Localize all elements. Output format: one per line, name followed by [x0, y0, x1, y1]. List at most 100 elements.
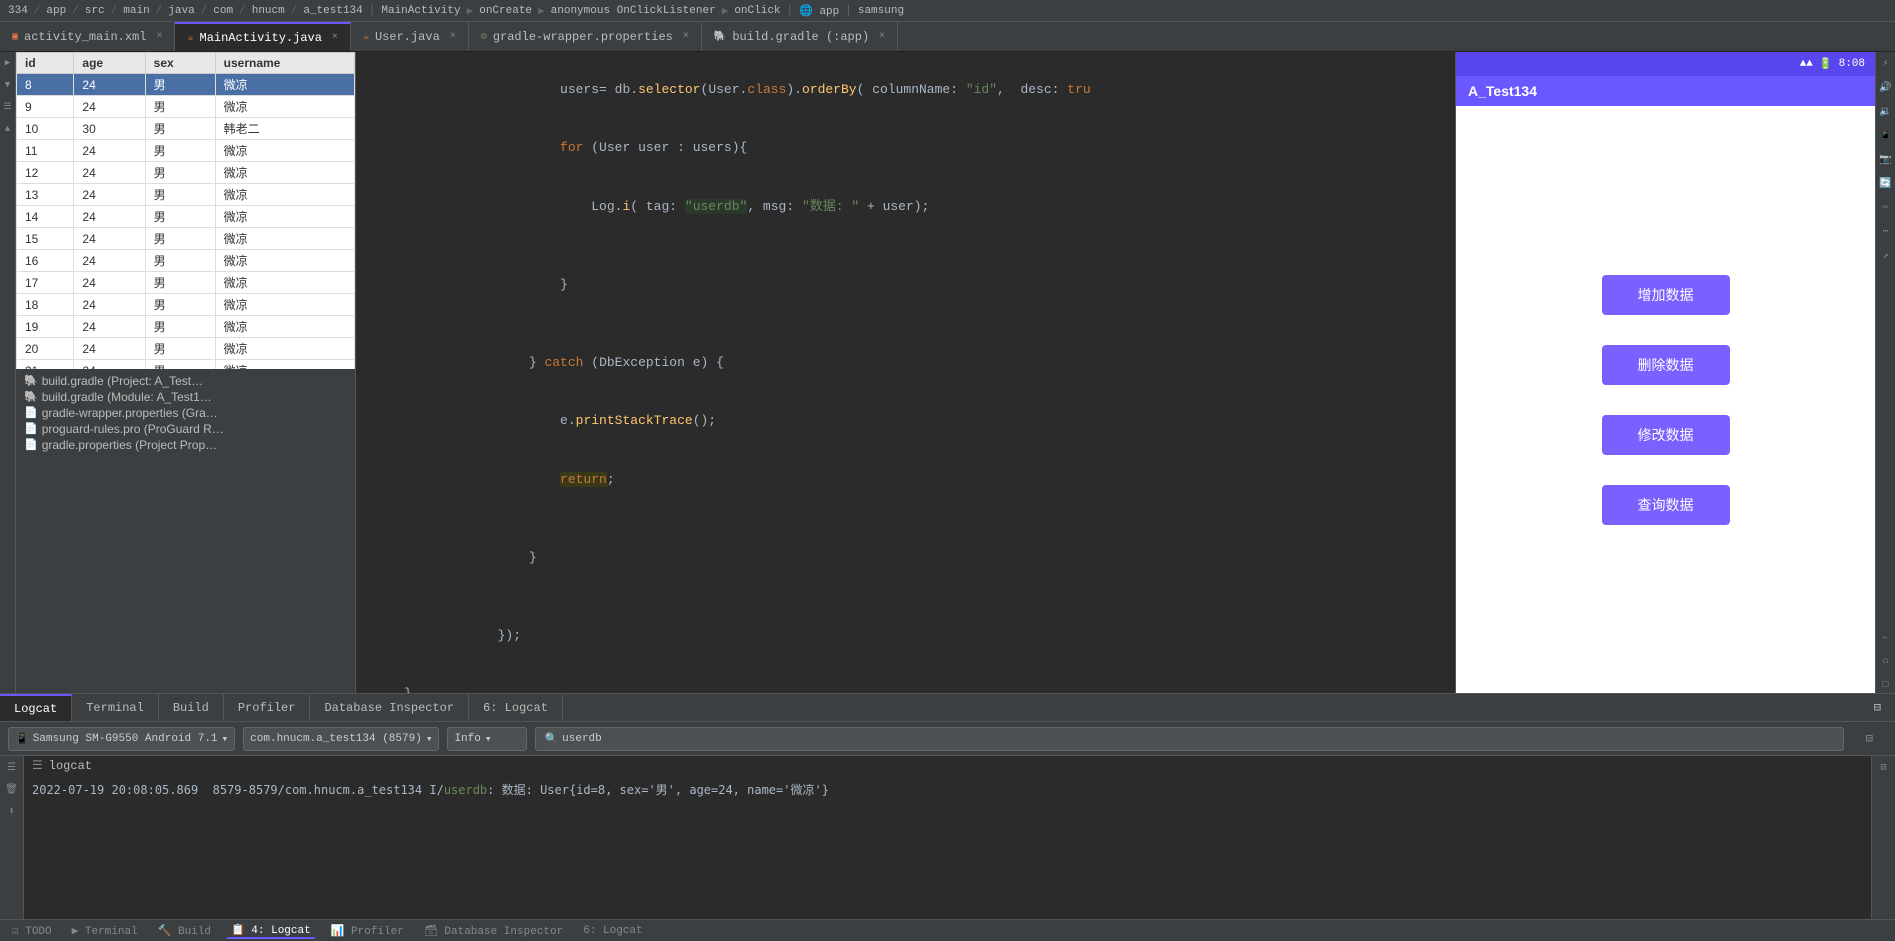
tab-xml[interactable]: ▣ activity_main.xml ×: [0, 22, 175, 51]
table-row[interactable]: 1030男韩老二: [17, 118, 355, 140]
rt-icon-8[interactable]: ⋯: [1878, 224, 1894, 240]
file-gradle-properties[interactable]: 📄 gradle.properties (Project Prop…: [16, 437, 355, 453]
device-selector-icon: 📱: [15, 732, 29, 746]
table-row[interactable]: 1824男微凉: [17, 294, 355, 316]
logcat-right-icon-1[interactable]: ⊟: [1876, 760, 1892, 776]
file-gradle-wrapper[interactable]: 📄 gradle-wrapper.properties (Gra…: [16, 405, 355, 421]
file-proguard[interactable]: 📄 proguard-rules.pro (ProGuard R…: [16, 421, 355, 437]
package-selector[interactable]: com.hnucm.a_test134 (8579) ▾: [243, 727, 439, 751]
rt-icon-9[interactable]: ↗: [1878, 248, 1894, 264]
bottom-panel: Logcat Terminal Build Profiler Database …: [0, 693, 1895, 941]
add-data-button[interactable]: 增加数据: [1602, 275, 1730, 315]
table-row[interactable]: 1124男微凉: [17, 140, 355, 162]
table-row[interactable]: 1224男微凉: [17, 162, 355, 184]
code-line-6: [356, 314, 1455, 334]
tab-xml-label: activity_main.xml: [24, 30, 146, 44]
rt-icon-7[interactable]: ✂: [1878, 200, 1894, 216]
code-line-5: }: [356, 255, 1455, 314]
tab-6-logcat[interactable]: 6: Logcat: [469, 694, 563, 721]
database-table[interactable]: id age sex username 824男微凉924男微凉1030男韩老二…: [16, 52, 355, 369]
tab-main-java[interactable]: ☕ MainActivity.java ×: [175, 22, 350, 51]
tab-build-gradle-label: build.gradle (:app): [732, 30, 869, 44]
rt-icon-5[interactable]: 📷: [1878, 152, 1894, 168]
sidebar-icon-3[interactable]: ☰: [1, 100, 15, 114]
tab-user-java[interactable]: ☕ User.java ×: [351, 22, 469, 51]
rt-icon-back[interactable]: ←: [1878, 629, 1894, 645]
delete-data-button[interactable]: 删除数据: [1602, 345, 1730, 385]
tab-main-close[interactable]: ×: [332, 32, 338, 43]
project-panel: id age sex username 824男微凉924男微凉1030男韩老二…: [16, 52, 356, 693]
sidebar-icon-2[interactable]: ▼: [1, 78, 15, 92]
modify-data-button[interactable]: 修改数据: [1602, 415, 1730, 455]
query-data-button[interactable]: 查询数据: [1602, 485, 1730, 525]
logcat-icon-1[interactable]: ☰: [4, 760, 20, 776]
code-line-11: }: [356, 528, 1455, 587]
rt-icon-2[interactable]: 🔊: [1878, 80, 1894, 96]
bottom-footer: ☑ TODO ▶ Terminal 🔨 Build 📋 4: Logcat 📊 …: [0, 919, 1895, 941]
table-row[interactable]: 1924男微凉: [17, 316, 355, 338]
footer-tab-logcat[interactable]: 📋 4: Logcat: [227, 923, 315, 939]
footer-tab-profiler[interactable]: 📊 Profiler: [327, 924, 408, 938]
sidebar-icon-1[interactable]: ▶: [1, 56, 15, 70]
table-row[interactable]: 1724男微凉: [17, 272, 355, 294]
device-status-bar: ▲▲ 🔋 8:08: [1456, 52, 1875, 76]
tab-build-gradle[interactable]: 🐘 build.gradle (:app) ×: [702, 22, 898, 51]
code-line-14: [356, 665, 1455, 685]
rt-icon-4[interactable]: 📱: [1878, 128, 1894, 144]
tab-terminal[interactable]: Terminal: [72, 694, 159, 721]
rt-icon-3[interactable]: 🔉: [1878, 104, 1894, 120]
expand-logcat[interactable]: ⊟: [1852, 731, 1887, 746]
footer-tab-db-inspector[interactable]: 🗃 Database Inspector: [420, 924, 567, 938]
code-line-3: Log.i( tag: "userdb", msg: "数据: " + user…: [356, 177, 1455, 236]
rt-icon-recent[interactable]: □: [1878, 677, 1894, 693]
log-level-selector[interactable]: Info ▾: [447, 727, 527, 751]
rt-icon-1[interactable]: ⚡: [1878, 56, 1894, 72]
footer-tab-build[interactable]: 🔨 Build: [154, 924, 215, 938]
footer-tab-6[interactable]: 6: Logcat: [579, 925, 646, 937]
sidebar-icon-4[interactable]: ▲: [1, 122, 15, 136]
logcat-icon-3[interactable]: ⬇: [4, 804, 20, 820]
file-build-gradle-project[interactable]: 🐘 build.gradle (Project: A_Test…: [16, 373, 355, 389]
code-editor[interactable]: users= db.selector(User.class).orderBy( …: [356, 52, 1455, 693]
tab-gradle-wrapper[interactable]: ⚙ gradle-wrapper.properties ×: [469, 22, 702, 51]
chevron-down-icon: ▾: [222, 732, 229, 746]
table-row[interactable]: 1324男微凉: [17, 184, 355, 206]
table-row[interactable]: 1524男微凉: [17, 228, 355, 250]
tab-build-gradle-close[interactable]: ×: [879, 31, 885, 42]
logcat-right-bar: ⊟: [1871, 756, 1895, 919]
table-row[interactable]: 824男微凉: [17, 74, 355, 96]
tab-build[interactable]: Build: [159, 694, 224, 721]
table-row[interactable]: 1424男微凉: [17, 206, 355, 228]
footer-tab-todo[interactable]: ☑ TODO: [8, 924, 56, 938]
table-row[interactable]: 2124男微凉: [17, 360, 355, 369]
time-display: 8:08: [1839, 58, 1865, 70]
battery-icon: 🔋: [1819, 57, 1833, 71]
code-line-15: }: [356, 684, 1455, 693]
code-line-1: users= db.selector(User.class).orderBy( …: [356, 60, 1455, 119]
tab-user-close[interactable]: ×: [450, 31, 456, 42]
tab-db-inspector[interactable]: Database Inspector: [310, 694, 469, 721]
device-panel: ▲▲ 🔋 8:08 A_Test134 增加数据 删除数据 修改数据 查询数据: [1455, 52, 1875, 693]
file-build-gradle-module[interactable]: 🐘 build.gradle (Module: A_Test1…: [16, 389, 355, 405]
gradle-file-icon: 🐘: [24, 374, 38, 387]
logcat-search-box[interactable]: 🔍 userdb: [535, 727, 1843, 751]
table-row[interactable]: 1624男微凉: [17, 250, 355, 272]
collapse-bottom[interactable]: ⊟: [1860, 694, 1895, 721]
code-line-4: [356, 236, 1455, 256]
log-entry-1: 2022-07-19 20:08:05.869 8579-8579/com.hn…: [32, 779, 1863, 800]
log-text-1: 2022-07-19 20:08:05.869 8579-8579/com.hn…: [32, 781, 829, 798]
tab-gradle-wrapper-label: gradle-wrapper.properties: [493, 30, 673, 44]
rt-icon-6[interactable]: 🔄: [1878, 176, 1894, 192]
table-row[interactable]: 2024男微凉: [17, 338, 355, 360]
footer-tab-terminal[interactable]: ▶ Terminal: [68, 924, 142, 938]
table-row[interactable]: 924男微凉: [17, 96, 355, 118]
tab-gradle-wrapper-close[interactable]: ×: [683, 31, 689, 42]
device-selector[interactable]: 📱 Samsung SM-G9550 Android 7.1 ▾: [8, 727, 235, 751]
tab-xml-close[interactable]: ×: [156, 31, 162, 42]
logcat-icon-2[interactable]: 🗑: [4, 782, 20, 798]
java-icon-2: ☕: [363, 31, 369, 43]
code-line-7: } catch (DbException e) {: [356, 333, 1455, 392]
tab-profiler[interactable]: Profiler: [224, 694, 311, 721]
tab-logcat[interactable]: Logcat: [0, 694, 72, 721]
rt-icon-home[interactable]: ⌂: [1878, 653, 1894, 669]
